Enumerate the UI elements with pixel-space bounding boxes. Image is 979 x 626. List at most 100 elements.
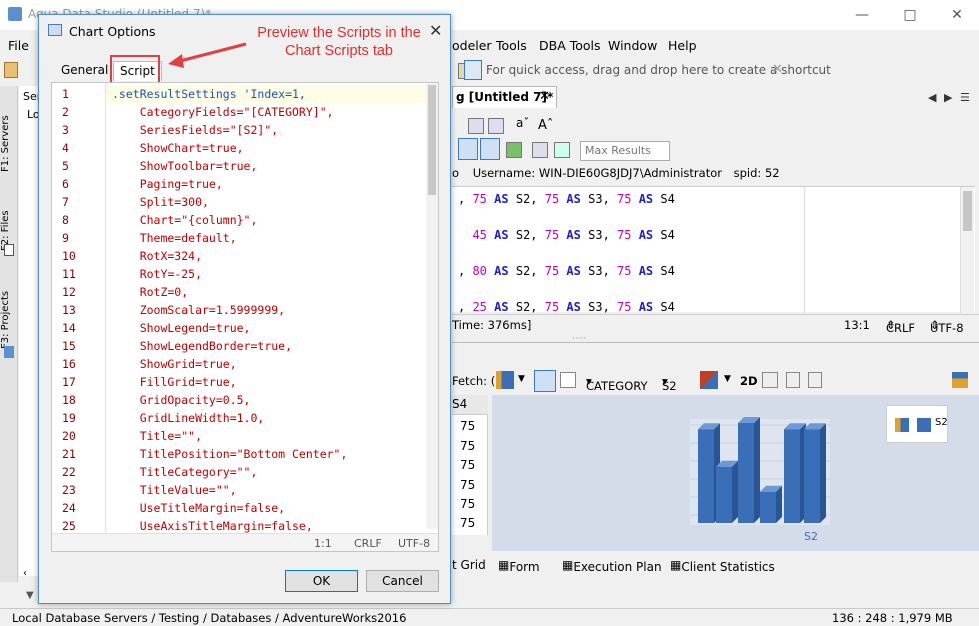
line-number: 24 <box>62 501 76 515</box>
grid-cell[interactable]: 75 <box>460 419 475 433</box>
tab-client-statistics[interactable]: ▦ Client Statistics <box>670 558 775 574</box>
menu-window[interactable]: Window <box>608 38 657 53</box>
script-line: Title="", <box>112 429 203 443</box>
mode-2d-button[interactable]: 2D <box>740 374 758 388</box>
stats-icon[interactable] <box>554 142 570 158</box>
scrollbar-thumb[interactable] <box>963 191 972 231</box>
script-line: RotX=324, <box>112 249 203 263</box>
menu-tools[interactable]: Tools <box>496 38 527 53</box>
cancel-button[interactable]: Cancel <box>366 570 439 592</box>
sql-editor[interactable]: , 75 AS S2, 75 AS S3, 75 AS S4 45 AS S2,… <box>452 186 975 314</box>
tab-execution-plan[interactable]: ▦ Execution Plan <box>562 558 662 574</box>
connection-info: o Username: WIN-DIE60G8JDJ7\Administrato… <box>452 166 780 180</box>
copy-chart-icon[interactable] <box>786 372 800 388</box>
menu-file[interactable]: File <box>8 38 29 53</box>
close-window-icon[interactable]: ✕ <box>948 6 966 24</box>
chevron-down-icon[interactable]: ▼ <box>724 374 731 384</box>
minimize-icon[interactable]: — <box>853 6 871 24</box>
menu-help[interactable]: Help <box>668 38 697 53</box>
script-line: UseTitleMargin=false, <box>112 501 286 515</box>
script-line: ShowLegend=true, <box>112 321 251 335</box>
scroll-left-tabs-icon[interactable]: ◀ <box>928 91 936 104</box>
grid-cell[interactable]: 75 <box>460 439 475 453</box>
status-bar: Local Database Servers / Testing / Datab… <box>0 608 979 626</box>
close-icon[interactable]: ✕ <box>772 62 783 77</box>
script-line: RotY=-25, <box>112 267 203 281</box>
execute-icon[interactable] <box>506 142 522 158</box>
tab-list-icon[interactable]: ☰ <box>960 91 970 104</box>
script-encoding: UTF-8 <box>398 537 431 550</box>
max-results-input[interactable]: Max Results <box>580 141 670 161</box>
close-tab-icon[interactable]: ✕ <box>539 89 550 104</box>
theme-icon[interactable] <box>700 371 718 389</box>
chart-toolbar-icon[interactable] <box>464 60 482 80</box>
script-line: TitleCategory="", <box>112 465 258 479</box>
grid-cell[interactable]: 75 <box>460 478 475 492</box>
trash-icon <box>4 346 14 358</box>
legend-icon <box>895 418 909 432</box>
grid-cell[interactable]: 75 <box>460 458 475 472</box>
close-icon[interactable]: ✕ <box>429 21 442 40</box>
script-editor[interactable]: 1 .setResultSettings 'Index=1, 2 CategoryF… <box>51 82 439 552</box>
script-line: Chart="{column}", <box>112 213 258 227</box>
script-line-ending: CRLF <box>354 537 382 550</box>
legend-toggle-icon[interactable] <box>762 372 778 388</box>
split-results-icon[interactable] <box>480 138 500 160</box>
script-scrollbar[interactable] <box>426 83 438 529</box>
scroll-down-icon[interactable]: ▼ <box>26 590 34 601</box>
connection-prefix: o <box>452 166 460 180</box>
scroll-right-tabs-icon[interactable]: ▶ <box>944 91 952 104</box>
find-icon[interactable] <box>468 118 484 134</box>
tab-untitled-7[interactable]: g [Untitled 7]* ✕ <box>452 86 557 108</box>
chevron-down-icon[interactable]: ▼ <box>518 374 525 384</box>
tab-servers[interactable]: F1: Servers <box>0 104 18 184</box>
annotation-text: Preview the Scripts in the Chart Scripts… <box>257 25 421 59</box>
toggle-chart-icon[interactable] <box>534 370 556 392</box>
maximize-icon[interactable]: □ <box>901 6 919 24</box>
results-toolbar: Fetch: ( ▼ CATEGORY ▾ S2 ▾ ▼ 2D <box>452 369 979 393</box>
line-number: 5 <box>62 159 69 173</box>
grid-header-s4[interactable]: S4 <box>452 395 488 415</box>
font-increase-icon[interactable]: Aˆ <box>538 118 553 133</box>
find-next-icon[interactable] <box>488 118 504 134</box>
bar-chart <box>690 417 830 525</box>
grid-results-icon[interactable] <box>458 138 478 160</box>
tab-projects[interactable]: F3: Projects <box>0 290 18 350</box>
line-ending-select[interactable]: CRLF ⇕ <box>886 318 915 335</box>
menu-dba-tools[interactable]: DBA Tools <box>539 38 601 53</box>
line-number: 15 <box>62 339 76 353</box>
category-select[interactable]: CATEGORY ▾ <box>586 374 648 393</box>
encoding-select[interactable]: UTF-8 ⇕ <box>930 318 964 335</box>
series-select[interactable]: S2 ▾ <box>662 374 677 393</box>
script-line: CategoryFields="[CATEGORY]", <box>112 105 334 119</box>
explain-icon[interactable] <box>532 142 548 158</box>
line-number: 8 <box>62 213 69 227</box>
panel-layout-icon[interactable] <box>952 372 968 388</box>
export-chart-icon[interactable] <box>808 372 822 388</box>
bar-side <box>754 417 760 523</box>
new-file-icon[interactable] <box>4 62 18 78</box>
ok-button[interactable]: OK <box>285 570 358 592</box>
bar <box>738 423 754 523</box>
edit-chart-icon[interactable] <box>560 372 576 388</box>
grid-cell[interactable]: 75 <box>460 516 475 530</box>
tab-grid[interactable]: t Grid <box>452 558 486 572</box>
sql-line: , 25 AS S2, 75 AS S3, 75 AS S4 <box>458 300 675 314</box>
spid-value: 52 <box>764 166 780 180</box>
scrollbar-thumb[interactable] <box>428 85 436 195</box>
sql-scrollbar[interactable] <box>960 187 974 313</box>
bar-side <box>732 460 738 523</box>
menu-modeler[interactable]: odeler <box>452 38 492 53</box>
left-panel: Ser Loc ‹ <box>19 86 46 579</box>
line-number: 1 <box>62 87 69 101</box>
script-line: ShowGrid=true, <box>112 357 237 371</box>
chart-type-icon[interactable] <box>496 371 514 389</box>
grid-cell[interactable]: 75 <box>460 497 475 511</box>
scroll-left-icon[interactable]: ‹ <box>23 568 27 579</box>
results-grid[interactable]: S4 75 75 75 75 75 75 <box>452 395 488 535</box>
font-decrease-icon[interactable]: aˇ <box>516 116 529 130</box>
tab-general[interactable]: General <box>55 61 114 81</box>
tab-form[interactable]: ▦ Form <box>498 558 540 574</box>
line-number: 7 <box>62 195 69 209</box>
bar <box>804 429 820 523</box>
